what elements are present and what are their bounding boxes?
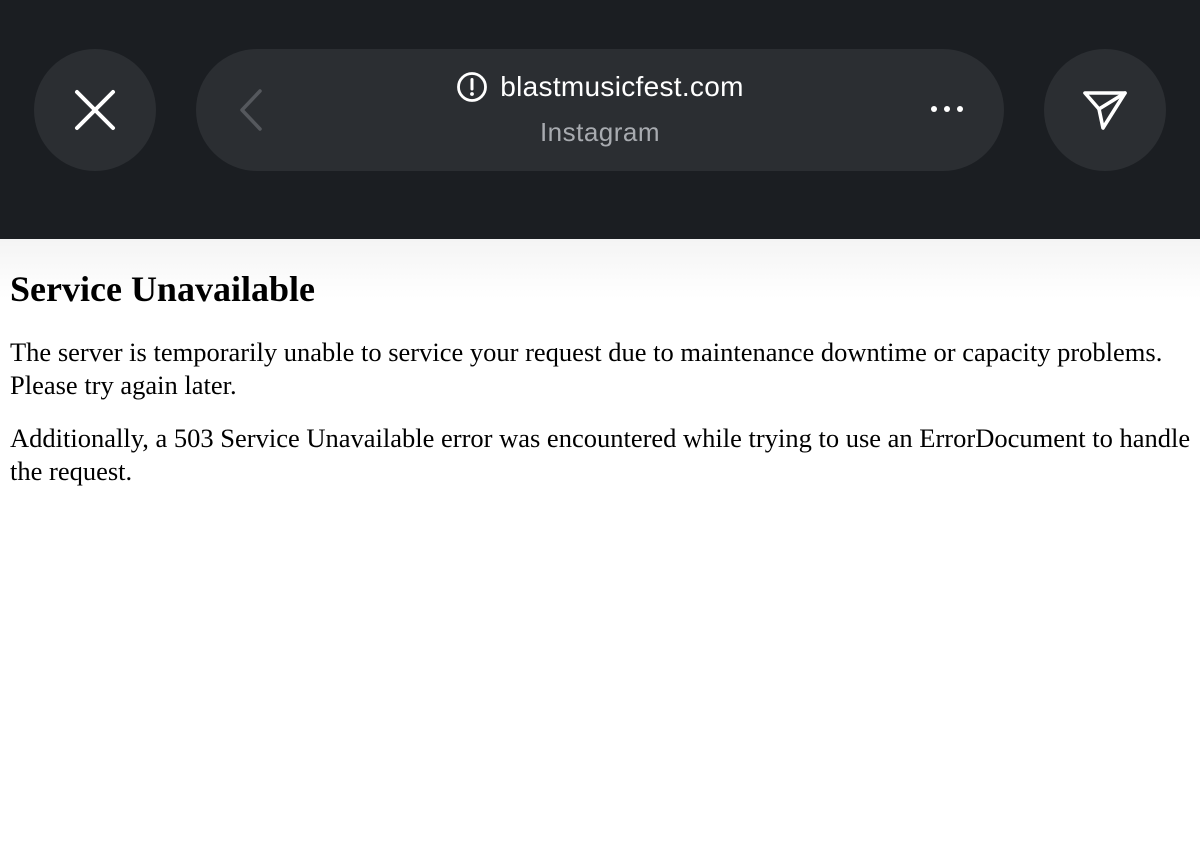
- more-horizontal-icon: [931, 106, 963, 112]
- source-app-label: Instagram: [539, 117, 661, 147]
- url-row: blastmusicfest.com: [196, 71, 1004, 103]
- address-bar[interactable]: blastmusicfest.com Instagram: [196, 49, 1004, 171]
- more-options-button[interactable]: [922, 89, 972, 129]
- error-message: The server is temporarily unable to serv…: [10, 337, 1163, 400]
- close-icon: [75, 90, 115, 130]
- page-title: Service Unavailable: [10, 269, 315, 309]
- page-content: Service Unavailable The server is tempor…: [10, 262, 1192, 508]
- alert-circle-icon: [457, 72, 488, 102]
- share-button[interactable]: [1044, 49, 1166, 171]
- send-icon: [1083, 91, 1127, 130]
- close-button[interactable]: [34, 49, 156, 171]
- browser-toolbar: blastmusicfest.com Instagram: [0, 0, 1200, 239]
- error-detail: Additionally, a 503 Service Unavailable …: [10, 423, 1191, 486]
- url-domain: blastmusicfest.com: [500, 71, 744, 102]
